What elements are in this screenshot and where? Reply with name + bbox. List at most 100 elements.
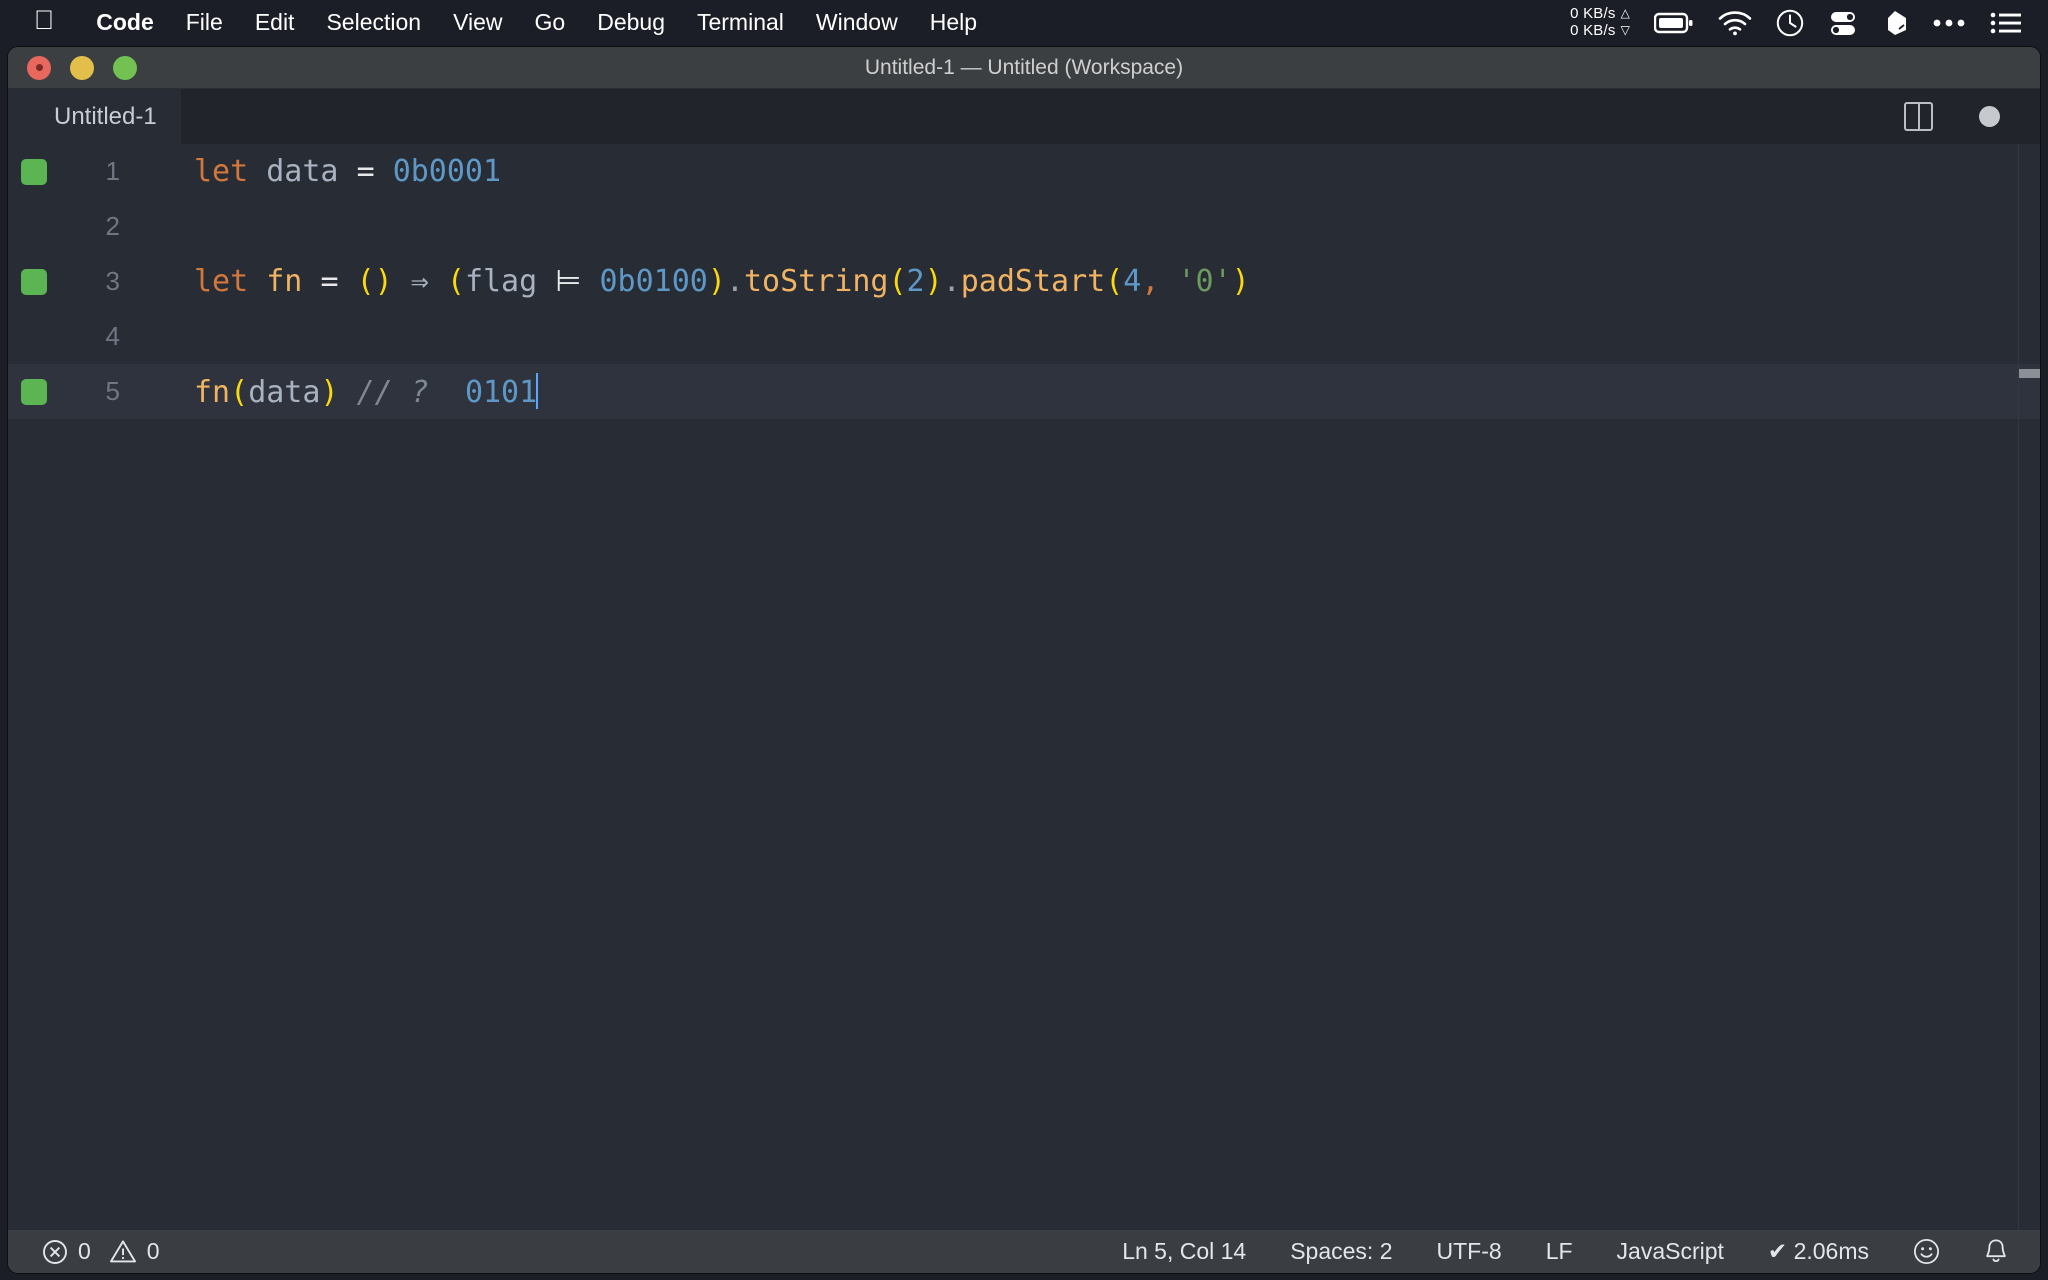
token: padStart (960, 264, 1106, 299)
run-status[interactable]: ✔ 2.06ms (1768, 1238, 1869, 1265)
token: , (1141, 264, 1160, 299)
warning-count: 0 (146, 1238, 160, 1264)
eol-setting[interactable]: LF (1546, 1238, 1573, 1265)
menu-item-code[interactable]: Code (80, 9, 170, 36)
token: ( (888, 264, 907, 299)
text-cursor (536, 373, 539, 409)
list-menu-icon[interactable] (1990, 11, 2022, 35)
ellipsis-icon[interactable] (1932, 18, 1966, 28)
problems-indicator[interactable]: 0 0 (42, 1238, 160, 1265)
token: () (356, 264, 393, 299)
run-marker-icon[interactable] (21, 378, 47, 405)
menu-bar-status-area: 0 KB/s △ 0 KB/s ▽ (1570, 0, 2048, 45)
window-title-bar: Untitled-1 — Untitled (Workspace) (8, 47, 2040, 89)
menu-item-debug[interactable]: Debug (581, 9, 681, 36)
token: . (942, 264, 961, 299)
network-speed-indicator[interactable]: 0 KB/s △ 0 KB/s ▽ (1570, 4, 1630, 40)
token: = (356, 154, 375, 189)
token: . (725, 264, 744, 299)
token: ⊨ (555, 264, 582, 299)
wifi-icon[interactable] (1718, 10, 1752, 36)
menu-item-go[interactable]: Go (519, 9, 582, 36)
token: 2 (906, 264, 925, 299)
menu-item-file[interactable]: File (170, 9, 239, 36)
line-content: fn(data) // ? 0101 (144, 373, 539, 410)
token: data (266, 154, 339, 189)
minimize-button[interactable] (70, 55, 94, 80)
editor-tab-bar: Untitled-1 (8, 89, 2040, 144)
shape-icon[interactable] (1882, 9, 1908, 37)
editor-window: Untitled-1 — Untitled (Workspace) Untitl… (8, 47, 2040, 1273)
bell-icon[interactable] (1984, 1238, 2008, 1265)
tab-label: Untitled-1 (54, 102, 157, 130)
download-speed: 0 KB/s (1570, 21, 1616, 39)
download-arrow-icon: ▽ (1620, 23, 1630, 38)
menu-item-window[interactable]: Window (800, 9, 914, 36)
traffic-light-controls (27, 55, 137, 80)
zoom-button[interactable] (113, 55, 137, 80)
menu-item-edit[interactable]: Edit (239, 9, 311, 36)
code-line-4[interactable]: 4 (8, 309, 2040, 364)
error-circle-icon (43, 1239, 67, 1264)
token: = (320, 264, 339, 299)
status-bar-right: Ln 5, Col 14 Spaces: 2 UTF-8 LF JavaScri… (1122, 1238, 2040, 1265)
battery-icon[interactable] (1654, 11, 1694, 35)
token: 4 (1123, 264, 1142, 299)
token: ⇒ (410, 264, 429, 299)
token: // ? (356, 375, 429, 410)
run-marker-icon[interactable] (21, 158, 47, 185)
line-number: 4 (105, 321, 120, 351)
code-line-3[interactable]: 3 let fn = () ⇒ (flag ⊨ 0b0100).toString(… (8, 254, 2040, 309)
menu-item-help[interactable]: Help (914, 9, 993, 36)
token: fn (194, 375, 231, 410)
cursor-position[interactable]: Ln 5, Col 14 (1122, 1238, 1246, 1265)
editor-actions (1904, 102, 2040, 131)
clock-icon[interactable] (1776, 9, 1804, 37)
token: 0b0001 (392, 154, 502, 189)
apple-logo-icon[interactable]:  (34, 7, 54, 34)
close-button[interactable] (27, 55, 51, 80)
error-count: 0 (78, 1238, 91, 1264)
code-editor[interactable]: 1 let data = 0b0001 2 3 let fn = () ⇒ (flag … (8, 144, 2040, 1230)
status-bar-left: 0 0 (42, 1238, 160, 1265)
token: let (194, 154, 249, 189)
tab-untitled-1[interactable]: Untitled-1 (8, 89, 181, 144)
menu-item-selection[interactable]: Selection (310, 9, 437, 36)
token: toString (743, 264, 889, 299)
upload-speed: 0 KB/s (1570, 4, 1616, 22)
run-marker-icon[interactable] (21, 268, 47, 295)
token: ( (1105, 264, 1124, 299)
token: 0101 (464, 375, 538, 410)
split-editor-icon[interactable] (1904, 102, 1933, 131)
overview-ruler-mark (2019, 369, 2040, 378)
token: let (194, 264, 249, 299)
indentation-setting[interactable]: Spaces: 2 (1290, 1238, 1392, 1265)
toggles-icon[interactable] (1828, 9, 1858, 37)
code-line-5[interactable]: 5 fn(data) // ? 0101 (8, 364, 2040, 419)
window-title: Untitled-1 — Untitled (Workspace) (864, 55, 1184, 79)
token: ) (924, 264, 943, 299)
smiley-icon[interactable] (1913, 1238, 1940, 1265)
unsaved-changes-dot-icon[interactable] (1979, 106, 2000, 127)
menu-item-view[interactable]: View (437, 9, 518, 36)
menu-item-terminal[interactable]: Terminal (681, 9, 800, 36)
code-line-2[interactable]: 2 (8, 199, 2040, 254)
code-line-1[interactable]: 1 let data = 0b0001 (8, 144, 2040, 199)
token: flag (464, 264, 538, 299)
warning-triangle-icon (109, 1240, 136, 1263)
token: 0b0100 (599, 264, 708, 299)
encoding-setting[interactable]: UTF-8 (1437, 1238, 1502, 1265)
token: '0' (1177, 264, 1232, 299)
line-content: let fn = () ⇒ (flag ⊨ 0b0100).toString(2… (144, 264, 1250, 299)
language-mode[interactable]: JavaScript (1617, 1238, 1724, 1265)
overview-ruler[interactable] (2018, 144, 2040, 1230)
